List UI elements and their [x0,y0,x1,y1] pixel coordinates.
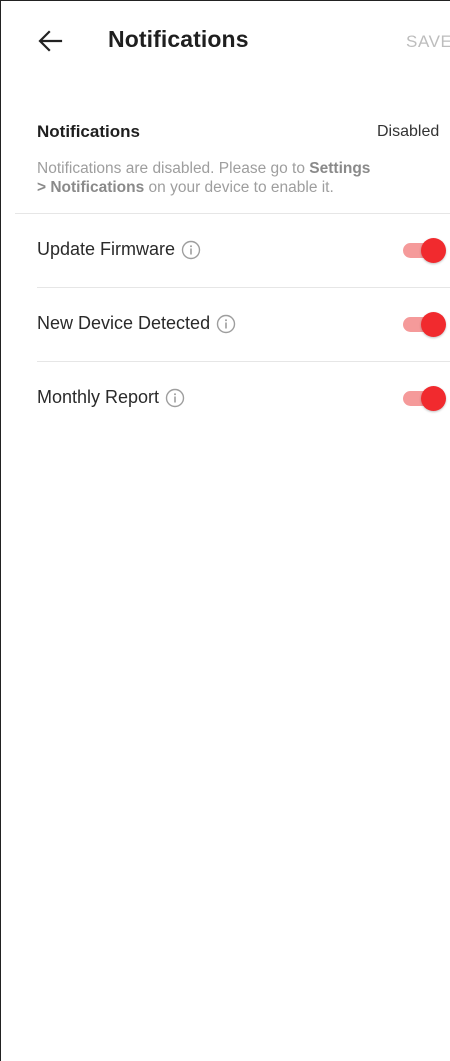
screen: Notifications SAVE Notifications Disable… [0,0,450,1061]
setting-label-wrapper: New Device Detected [37,313,236,334]
setting-label: Update Firmware [37,239,176,259]
divider [37,287,450,288]
divider [15,213,450,214]
setting-label: Monthly Report [37,387,160,407]
update-firmware-toggle[interactable] [401,237,447,263]
page-title: Notifications [108,26,249,52]
setting-row-new-device-detected: New Device Detected [37,311,450,337]
new-device-detected-toggle[interactable] [401,311,447,337]
notification-status-value: Disabled [377,123,440,140]
description-settings-link: Settings [309,160,371,177]
info-icon[interactable] [181,240,201,260]
arrow-left-icon [38,30,63,52]
notification-status-label: Notifications [37,122,140,141]
toggle-thumb [421,386,446,411]
setting-label-wrapper: Update Firmware [37,239,201,260]
setting-label: New Device Detected [37,313,211,333]
description-notifications-path: > Notifications [37,179,145,196]
toggle-thumb [421,312,446,337]
app-bar: Notifications SAVE [1,1,450,81]
notification-status-description: Notifications are disabled. Please go to… [37,159,449,197]
description-text-end: on your device to enable it. [144,179,334,196]
setting-row-update-firmware: Update Firmware [37,237,450,263]
divider [37,361,450,362]
setting-row-monthly-report: Monthly Report [37,385,450,411]
toggle-thumb [421,238,446,263]
info-icon[interactable] [216,314,236,334]
save-button[interactable]: SAVE [406,32,450,52]
description-text-start: Notifications are disabled. Please go to [37,160,310,177]
monthly-report-toggle[interactable] [401,385,447,411]
setting-label-wrapper: Monthly Report [37,387,185,408]
info-icon[interactable] [165,388,185,408]
back-button[interactable] [37,29,63,53]
